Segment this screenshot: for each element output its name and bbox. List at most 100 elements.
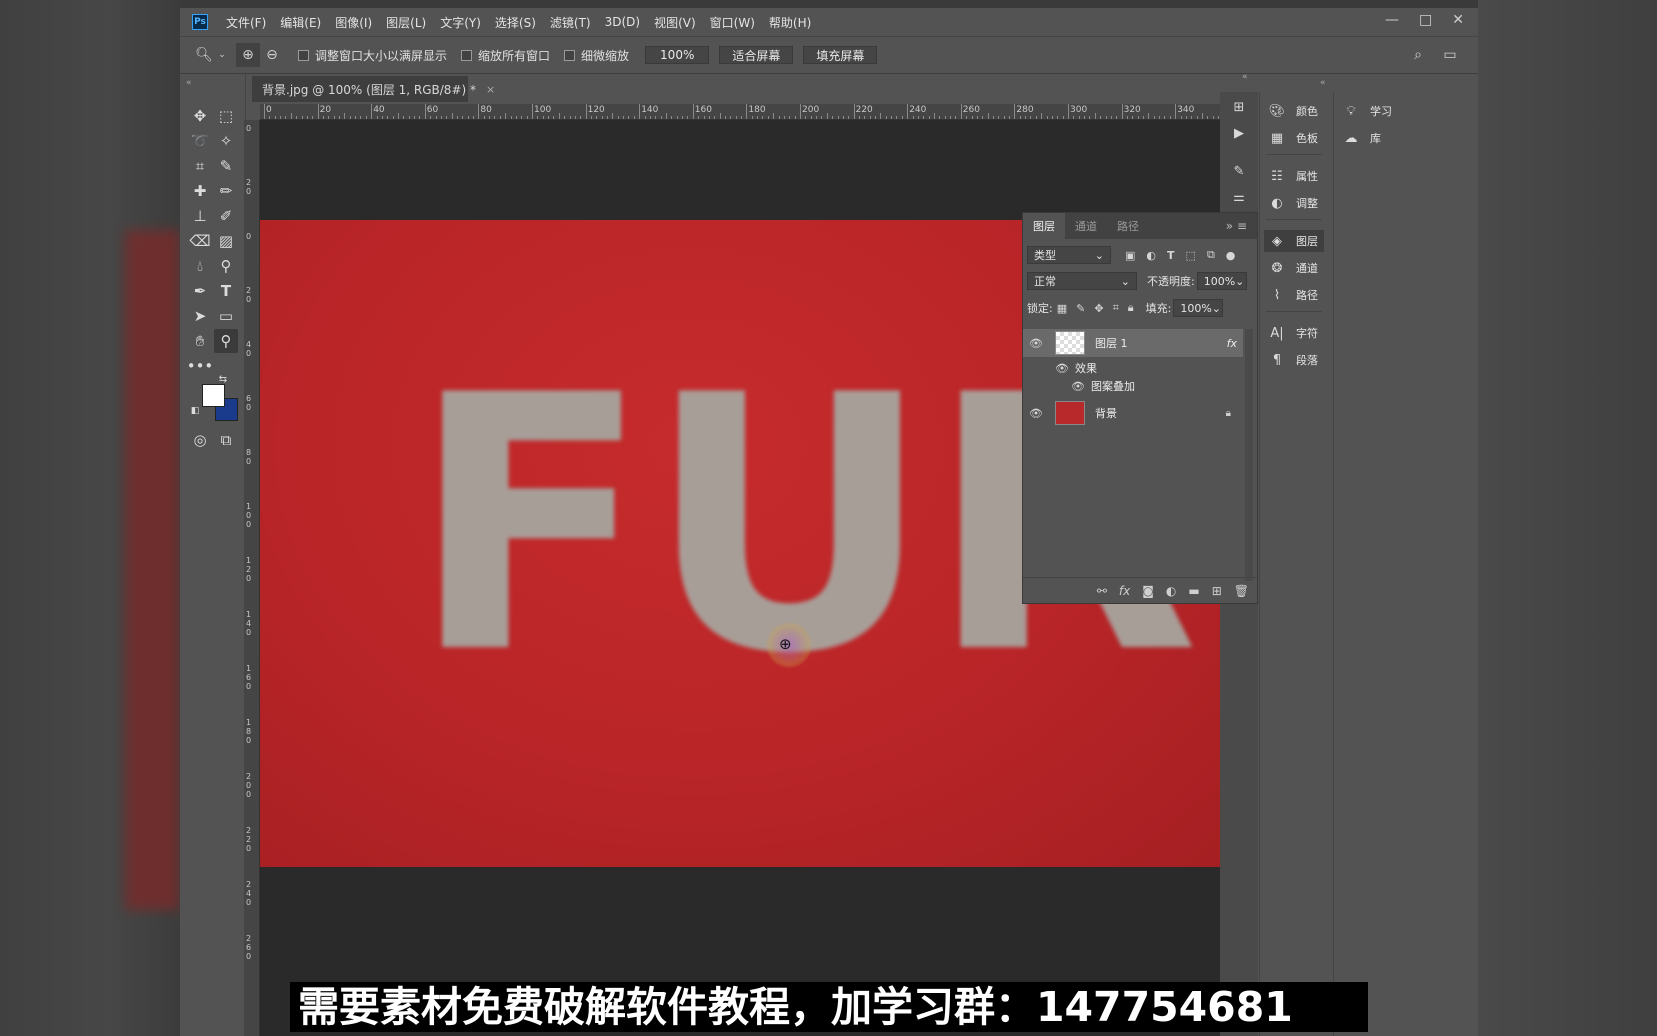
dock-item-properties[interactable]: ☷ 属性	[1268, 165, 1318, 187]
menu-select[interactable]: 选择(S)	[495, 14, 536, 31]
filter-toggle-icon[interactable]: ●	[1226, 249, 1236, 262]
layer-effects-row[interactable]: 👁︎ 效果	[1023, 359, 1243, 377]
collapse-arrows-icon[interactable]: «	[1242, 72, 1248, 82]
menu-window[interactable]: 窗口(W)	[710, 14, 755, 31]
history-icon[interactable]: ⊞	[1228, 96, 1250, 118]
lock-artboard-icon[interactable]: ⌗	[1113, 301, 1119, 315]
marquee-tool-icon[interactable]: ⬚	[214, 104, 238, 128]
layer-effect-pattern-overlay[interactable]: 👁︎ 图案叠加	[1023, 377, 1243, 395]
magic-wand-icon[interactable]: ✧	[214, 129, 238, 153]
more-tools-icon[interactable]: •••	[187, 354, 214, 378]
lock-all-icon[interactable]: 🔒︎	[1128, 301, 1134, 315]
dock-item-channels[interactable]: ❂ 通道	[1268, 257, 1318, 279]
history-brush-icon[interactable]: ✐	[214, 204, 238, 228]
collapse-arrows-icon[interactable]: «	[1320, 78, 1326, 88]
lasso-tool-icon[interactable]: ➰	[188, 129, 212, 153]
visibility-eye-icon[interactable]: 👁︎	[1023, 337, 1049, 350]
blend-mode-select[interactable]: 正常 ⌄	[1027, 272, 1137, 290]
dock-item-swatches[interactable]: ▦ 色板	[1268, 127, 1318, 149]
tab-paths[interactable]: 路径	[1107, 213, 1149, 239]
tab-channels[interactable]: 通道	[1065, 213, 1107, 239]
tab-layers[interactable]: 图层	[1023, 213, 1065, 239]
fill-screen-button[interactable]: 填充屏幕	[803, 46, 878, 64]
delete-layer-icon[interactable]: 🗑︎	[1234, 584, 1249, 598]
sliders-icon[interactable]: ⚌	[1228, 186, 1250, 208]
visibility-eye-icon[interactable]: 👁︎	[1023, 407, 1049, 420]
image-filter-icon[interactable]: ▣	[1125, 249, 1135, 262]
chevron-down-icon[interactable]: ⌄	[216, 43, 228, 67]
dock-item-color[interactable]: 🎨︎ 颜色	[1268, 100, 1318, 122]
menu-type[interactable]: 文字(Y)	[440, 14, 481, 31]
zoom-all-checkbox[interactable]: 缩放所有窗口	[461, 47, 550, 64]
new-adjustment-icon[interactable]: ◐	[1166, 584, 1176, 598]
lock-pixels-icon[interactable]: ✎	[1076, 302, 1085, 315]
eraser-tool-icon[interactable]: ⌫	[188, 229, 212, 253]
type-tool-icon[interactable]: T	[214, 279, 238, 303]
maximize-icon[interactable]: □	[1419, 12, 1432, 28]
collapse-arrows-icon[interactable]: «	[186, 78, 192, 88]
gradient-tool-icon[interactable]: ▨	[214, 229, 238, 253]
resize-windows-checkbox[interactable]: 调整窗口大小以满屏显示	[298, 47, 447, 64]
pen-tool-icon[interactable]: ✒	[188, 279, 212, 303]
zoom-in-icon[interactable]: ⊕	[236, 43, 260, 67]
foreground-color-swatch[interactable]	[202, 384, 225, 407]
close-tab-icon[interactable]: ×	[486, 83, 495, 96]
layer-row-1[interactable]: 👁︎ 图层 1 fx	[1023, 329, 1243, 357]
type-filter-icon[interactable]: T	[1167, 249, 1175, 262]
zoom-tool-preset-icon[interactable]: 🔍︎	[192, 43, 216, 67]
screen-mode-icon[interactable]: ⧉	[214, 428, 238, 452]
brush-settings-icon[interactable]: ✎	[1228, 160, 1250, 182]
ps-logo-icon[interactable]: Ps	[192, 14, 208, 30]
menu-filter[interactable]: 滤镜(T)	[550, 14, 591, 31]
dock-item-libraries[interactable]: ☁ 库	[1342, 127, 1382, 149]
link-layers-icon[interactable]: ⚯	[1097, 584, 1107, 598]
dock-item-paragraph[interactable]: ¶ 段落	[1268, 349, 1318, 371]
ruler-vertical[interactable]: 0 20 0 20 40 60 80 100 120 140 160 180 200 220 240 260	[244, 120, 260, 1036]
adjustment-filter-icon[interactable]: ◐	[1146, 249, 1156, 262]
new-layer-icon[interactable]: ⊞	[1212, 584, 1222, 598]
new-group-icon[interactable]: ▬	[1188, 584, 1199, 598]
document-tab[interactable]: 背景.jpg @ 100% (图层 1, RGB/8#) * ×	[252, 76, 495, 102]
healing-brush-icon[interactable]: ✚	[188, 179, 212, 203]
visibility-eye-icon[interactable]: 👁︎	[1065, 380, 1091, 393]
search-icon[interactable]: ⌕	[1406, 43, 1430, 67]
close-icon[interactable]: ✕	[1452, 12, 1464, 28]
dock-item-layers[interactable]: ◈ 图层	[1264, 230, 1324, 252]
menu-image[interactable]: 图像(I)	[335, 14, 372, 31]
smart-object-filter-icon[interactable]: ⧉	[1207, 248, 1215, 262]
dock-item-adjustments[interactable]: ◐ 调整	[1268, 192, 1318, 214]
menu-3d[interactable]: 3D(D)	[605, 15, 640, 29]
eyedropper-icon[interactable]: ✎	[214, 154, 238, 178]
layer-row-background[interactable]: 👁︎ 背景 🔒︎	[1023, 399, 1243, 427]
fx-icon[interactable]: fx	[1119, 584, 1130, 598]
swap-colors-icon[interactable]: ⇆	[216, 372, 230, 386]
stamp-tool-icon[interactable]: ⊥	[188, 204, 212, 228]
dock-item-paths[interactable]: ⌇ 路径	[1268, 284, 1318, 306]
crop-tool-icon[interactable]: ⌗	[188, 154, 212, 178]
opacity-field[interactable]: 100% ⌄	[1196, 272, 1247, 290]
menu-file[interactable]: 文件(F)	[226, 14, 266, 31]
dodge-tool-icon[interactable]: ⚲	[214, 254, 238, 278]
ruler-horizontal[interactable]: 0 20 40 60 80 100 120 140 160 180 200 220 240 260 280 3…	[260, 104, 1222, 120]
fit-screen-button[interactable]: 适合屏幕	[719, 46, 794, 64]
dock-item-character[interactable]: A| 字符	[1268, 322, 1318, 344]
rectangle-tool-icon[interactable]: ▭	[214, 304, 238, 328]
lock-position-icon[interactable]: ✥	[1094, 302, 1103, 315]
workspace-icon[interactable]: ▭	[1438, 43, 1462, 67]
visibility-eye-icon[interactable]: 👁︎	[1049, 362, 1075, 375]
fx-badge[interactable]: fx	[1227, 337, 1237, 350]
lock-transparent-icon[interactable]: ▦	[1057, 302, 1067, 315]
scrubby-zoom-checkbox[interactable]: 细微缩放	[564, 47, 629, 64]
path-select-icon[interactable]: ➤	[188, 304, 212, 328]
zoom-out-icon[interactable]: ⊖	[260, 43, 284, 67]
hand-tool-icon[interactable]: ✋︎	[188, 329, 212, 353]
shape-filter-icon[interactable]: ⬚	[1186, 249, 1196, 262]
menu-help[interactable]: 帮助(H)	[769, 14, 811, 31]
actions-play-icon[interactable]: ▶	[1228, 122, 1250, 144]
brush-tool-icon[interactable]: ✏	[214, 179, 238, 203]
zoom-value-field[interactable]: 100%	[645, 46, 710, 64]
blur-tool-icon[interactable]: 💧︎	[188, 254, 212, 278]
dock-item-learn[interactable]: 💡︎ 学习	[1342, 100, 1392, 122]
menu-layer[interactable]: 图层(L)	[386, 14, 426, 31]
fill-field[interactable]: 100% ⌄	[1173, 299, 1224, 317]
